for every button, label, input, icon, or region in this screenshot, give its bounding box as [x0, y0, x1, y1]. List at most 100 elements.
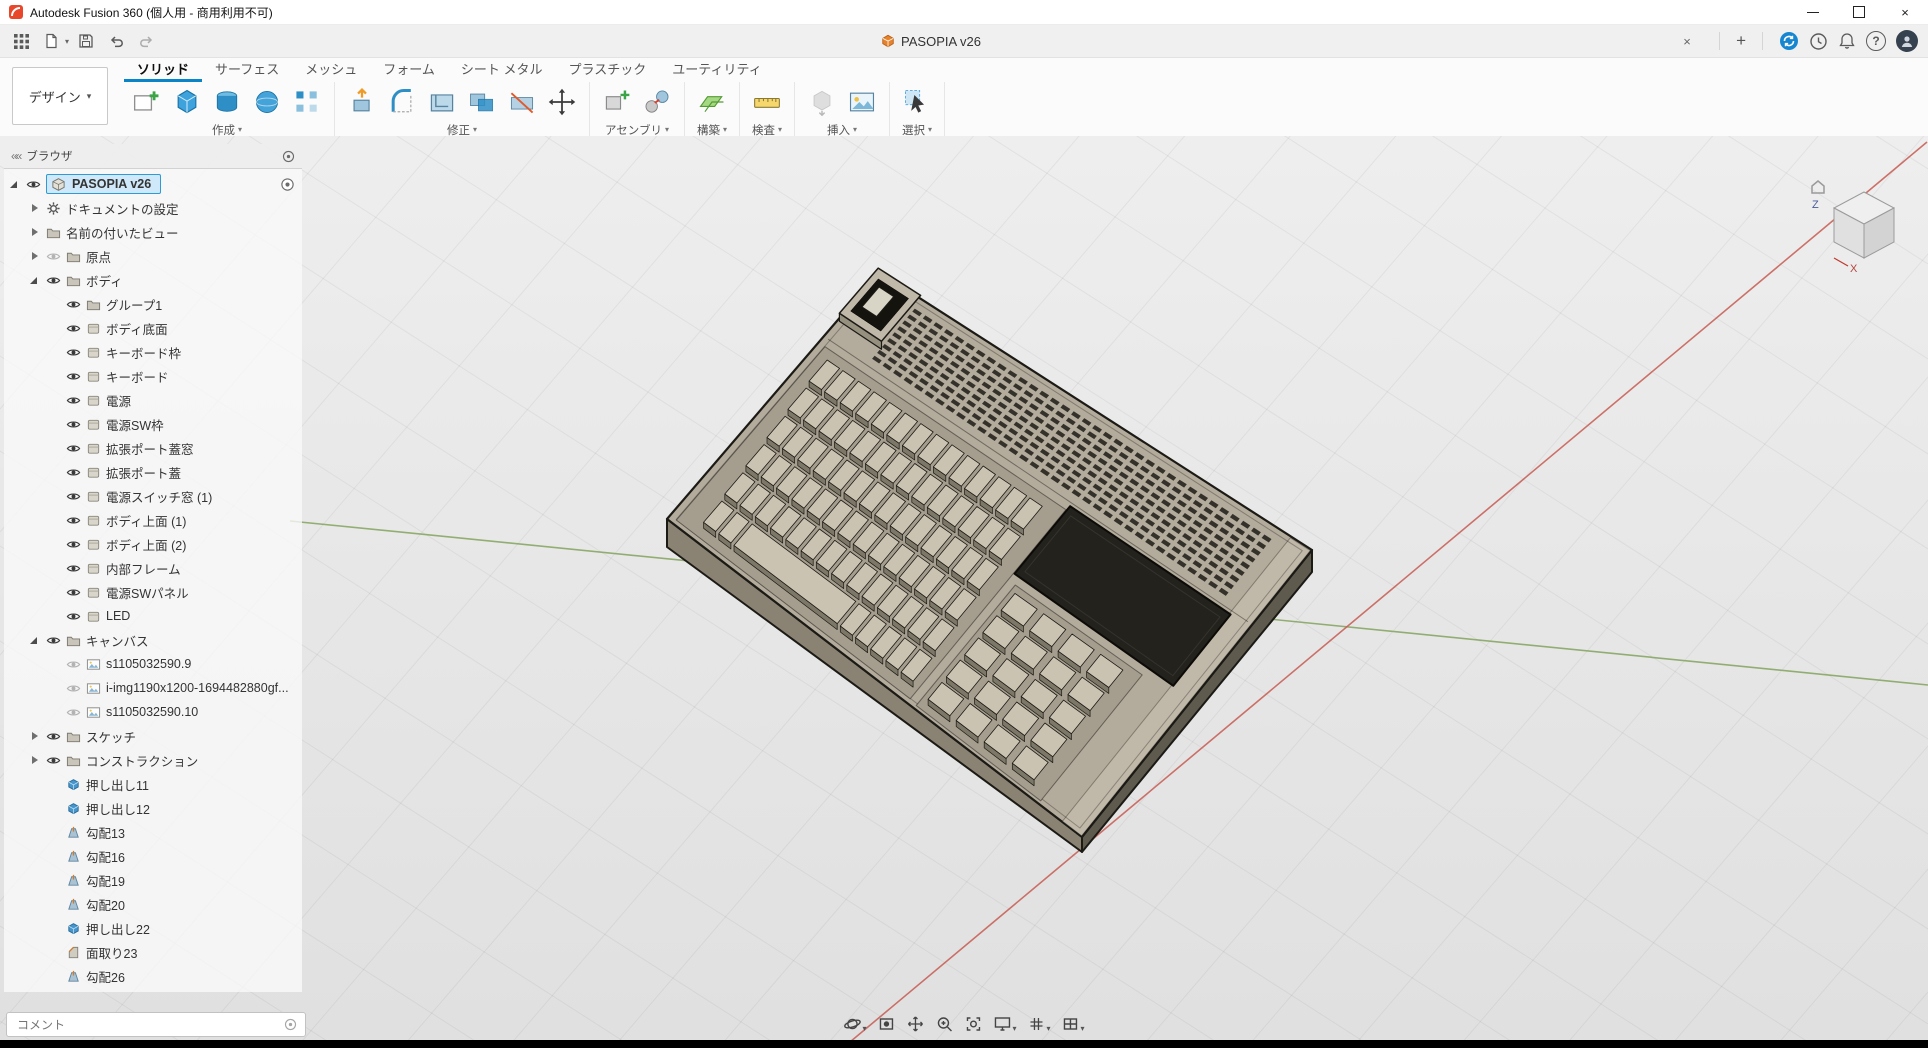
- expander-closed-icon[interactable]: [28, 753, 42, 767]
- browser-item[interactable]: ボディ上面 (2): [4, 532, 302, 556]
- construction-plane-icon[interactable]: [694, 84, 730, 120]
- new-component-icon[interactable]: [599, 84, 635, 120]
- notifications-bell-icon[interactable]: [1838, 32, 1856, 50]
- home-icon[interactable]: [1812, 181, 1824, 193]
- browser-item[interactable]: 押し出し12: [4, 796, 302, 820]
- create-box-icon[interactable]: [169, 84, 205, 120]
- visibility-eye-icon[interactable]: [66, 392, 82, 408]
- visibility-eye-icon[interactable]: [66, 680, 82, 696]
- document-tab[interactable]: PASOPIA v26: [867, 25, 995, 57]
- expander-open-icon[interactable]: [8, 177, 22, 191]
- browser-item[interactable]: i-img1190x1200-1694482880gf...: [4, 676, 302, 700]
- close-button[interactable]: ×: [1882, 0, 1928, 24]
- visibility-eye-icon[interactable]: [66, 440, 82, 456]
- user-avatar[interactable]: [1896, 30, 1918, 52]
- browser-item[interactable]: 拡張ポート蓋窓: [4, 436, 302, 460]
- grid-and-snaps-icon[interactable]: ▾: [1026, 1013, 1053, 1035]
- browser-item[interactable]: キーボード: [4, 364, 302, 388]
- visibility-eye-icon[interactable]: [66, 584, 82, 600]
- visibility-eye-icon[interactable]: [66, 320, 82, 336]
- combine-icon[interactable]: [464, 84, 500, 120]
- browser-item[interactable]: 内部フレーム: [4, 556, 302, 580]
- minimize-button[interactable]: [1790, 0, 1836, 24]
- help-icon[interactable]: ?: [1866, 31, 1886, 51]
- ribbon-tab-3[interactable]: メッシュ: [292, 56, 370, 82]
- visibility-eye-icon[interactable]: [66, 416, 82, 432]
- browser-item[interactable]: 勾配26: [4, 964, 302, 988]
- redo-button[interactable]: [133, 28, 159, 54]
- ribbon-tab-1[interactable]: ソリッド: [124, 56, 202, 82]
- collapse-browser-icon[interactable]: ««: [11, 149, 20, 163]
- browser-filter-icon[interactable]: [282, 150, 295, 163]
- visibility-eye-icon[interactable]: [46, 632, 62, 648]
- maximize-button[interactable]: [1836, 0, 1882, 24]
- ribbon-tab-5[interactable]: シート メタル: [448, 56, 556, 82]
- ribbon-tab-4[interactable]: フォーム: [370, 56, 448, 82]
- create-menu[interactable]: 作成▾: [212, 122, 242, 137]
- create-sphere-icon[interactable]: [249, 84, 285, 120]
- file-menu-caret[interactable]: ▾: [65, 37, 69, 46]
- expander-closed-icon[interactable]: [28, 729, 42, 743]
- view-cube[interactable]: Z X: [1804, 168, 1908, 276]
- ribbon-tab-6[interactable]: プラスチック: [556, 56, 660, 82]
- browser-item[interactable]: 勾配19: [4, 868, 302, 892]
- browser-item[interactable]: キーボード枠: [4, 340, 302, 364]
- file-menu-icon[interactable]: [38, 28, 64, 54]
- create-revolve-icon[interactable]: [209, 84, 245, 120]
- comment-box[interactable]: [6, 1012, 306, 1037]
- visibility-eye-icon[interactable]: [46, 272, 62, 288]
- visibility-eye-icon[interactable]: [66, 296, 82, 312]
- visibility-eye-icon[interactable]: [66, 608, 82, 624]
- expander-open-icon[interactable]: [28, 273, 42, 287]
- browser-item[interactable]: 拡張ポート蓋: [4, 460, 302, 484]
- insert-menu[interactable]: 挿入▾: [827, 122, 857, 137]
- document-tab-close-icon[interactable]: ×: [1677, 31, 1697, 51]
- browser-item[interactable]: 面取り23: [4, 940, 302, 964]
- visibility-eye-icon[interactable]: [66, 512, 82, 528]
- browser-item[interactable]: 押し出し11: [4, 772, 302, 796]
- browser-item[interactable]: ボディ上面 (1): [4, 508, 302, 532]
- visibility-eye-icon[interactable]: [46, 752, 62, 768]
- fillet-icon[interactable]: [384, 84, 420, 120]
- insert-derive-icon[interactable]: [804, 84, 840, 120]
- create-sketch-icon[interactable]: [129, 84, 165, 120]
- visibility-eye-icon[interactable]: [66, 488, 82, 504]
- browser-item[interactable]: PASOPIA v26: [4, 172, 302, 196]
- app-launcher-icon[interactable]: [8, 28, 34, 54]
- browser-item[interactable]: 電源SWパネル: [4, 580, 302, 604]
- expander-open-icon[interactable]: [28, 633, 42, 647]
- browser-item[interactable]: ドキュメントの設定: [4, 196, 302, 220]
- comment-input[interactable]: [15, 1017, 278, 1033]
- visibility-eye-icon[interactable]: [66, 368, 82, 384]
- browser-item[interactable]: 電源SW枠: [4, 412, 302, 436]
- construct-menu[interactable]: 構築▾: [697, 122, 727, 137]
- browser-item[interactable]: LED: [4, 604, 302, 628]
- shell-icon[interactable]: [424, 84, 460, 120]
- selected-root-highlight[interactable]: PASOPIA v26: [46, 174, 161, 194]
- viewports-icon[interactable]: ▾: [1060, 1013, 1087, 1035]
- browser-item[interactable]: 勾配20: [4, 892, 302, 916]
- zoom-icon[interactable]: [933, 1013, 955, 1035]
- look-at-icon[interactable]: [875, 1013, 897, 1035]
- visibility-eye-icon[interactable]: [66, 344, 82, 360]
- browser-item[interactable]: 勾配16: [4, 844, 302, 868]
- split-body-icon[interactable]: [504, 84, 540, 120]
- inspect-menu[interactable]: 検査▾: [752, 122, 782, 137]
- visibility-eye-icon[interactable]: [66, 560, 82, 576]
- visibility-eye-icon[interactable]: [66, 536, 82, 552]
- browser-item[interactable]: 名前の付いたビュー: [4, 220, 302, 244]
- expander-closed-icon[interactable]: [28, 201, 42, 215]
- expander-closed-icon[interactable]: [28, 225, 42, 239]
- joint-icon[interactable]: [639, 84, 675, 120]
- new-document-tab-button[interactable]: +: [1736, 31, 1746, 51]
- create-pattern-icon[interactable]: [289, 84, 325, 120]
- browser-item[interactable]: 電源: [4, 388, 302, 412]
- expander-closed-icon[interactable]: [28, 249, 42, 263]
- browser-item[interactable]: グループ1: [4, 292, 302, 316]
- visibility-eye-icon[interactable]: [66, 656, 82, 672]
- visibility-eye-icon[interactable]: [66, 464, 82, 480]
- browser-item[interactable]: コンストラクション: [4, 748, 302, 772]
- insert-canvas-icon[interactable]: [844, 84, 880, 120]
- undo-button[interactable]: [103, 28, 129, 54]
- browser-item[interactable]: 電源スイッチ窓 (1): [4, 484, 302, 508]
